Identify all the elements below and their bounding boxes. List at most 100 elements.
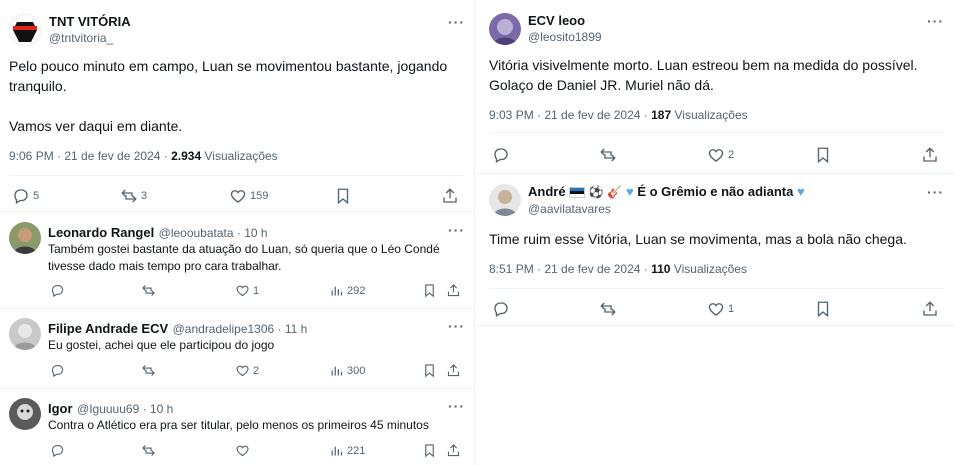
post-author-name[interactable]: ECV leoo [528,13,585,28]
reply-button[interactable] [50,443,65,458]
share-button[interactable] [921,300,939,318]
reply-author-handle[interactable]: @Iguuuu69 · 10 h [77,402,173,416]
more-icon[interactable]: ··· [448,14,465,30]
like-button[interactable]: 159 [229,187,268,205]
share-button[interactable] [921,146,939,164]
bookmark-button[interactable] [334,187,352,205]
like-icon [236,445,249,457]
like-button[interactable]: 1 [707,300,734,318]
blue-heart-icon: ♥ [625,184,634,199]
share-button[interactable] [446,443,461,458]
share-button[interactable] [446,363,461,378]
reply-text-line: Eu gostei, achei que ele participou do j… [48,338,275,352]
views-icon [331,286,343,296]
post-author-name[interactable]: TNT VITÓRIA [49,14,131,29]
bookmark-icon [425,364,434,378]
views-button[interactable]: 292 [329,283,365,298]
views-button[interactable]: 221 [329,443,365,458]
bookmark-button[interactable] [814,300,832,318]
reply-author-name[interactable]: Igor [48,401,73,416]
like-count: 1 [253,284,260,297]
more-icon[interactable]: ··· [927,13,944,29]
andre-avatar[interactable] [489,184,521,216]
repost-button[interactable] [599,146,617,164]
reply-button[interactable]: 5 [12,187,39,205]
tnt-vitoria-avatar[interactable] [9,14,41,46]
like-count: 159 [250,190,269,202]
repost-icon [142,445,155,456]
ecv-leoo-avatar[interactable] [489,13,521,45]
post-time[interactable]: 9:06 PM · 21 de fev de 2024 · [9,149,168,163]
reply-icon [494,148,508,163]
post-timestamp-views[interactable]: 8:51 PM · 21 de fev de 2024 · 110 Visual… [489,262,747,276]
post-views-label: Visualizações [674,108,748,122]
repost-count: 3 [141,190,148,202]
post-views-label: Visualizações [204,149,278,163]
views-count: 221 [347,444,366,457]
bookmark-button[interactable] [422,283,437,298]
share-icon [923,147,937,162]
post-author-name-row: André ⚽ 🎸 ♥ É o Grêmio e não adianta ♥ [528,184,805,199]
right-posts-panel: ECV leoo @leosito1899 ··· Vitória visive… [476,0,954,465]
bookmark-button[interactable] [422,363,437,378]
like-icon [708,149,724,162]
post-author-handle[interactable]: @tntvitoria_ [49,31,113,45]
reply-icon [51,284,64,298]
post-timestamp-views[interactable]: 9:03 PM · 21 de fev de 2024 · 187 Visual… [489,108,748,122]
reply-text-line: Também gostei bastante da atuação do Lua… [48,242,440,256]
post-text-line: tranquilo. [9,78,67,94]
like-button[interactable]: 2 [235,363,259,378]
share-icon [447,444,460,457]
repost-button[interactable] [599,300,617,318]
repost-icon [600,148,616,162]
reply-avatar[interactable] [9,222,41,254]
share-button[interactable] [446,283,461,298]
bookmark-icon [425,284,434,298]
repost-button[interactable] [141,443,156,458]
reply-icon [51,444,64,458]
reply-text-line: Contra o Atlético era pra ser titular, p… [48,418,429,432]
repost-icon [600,302,616,316]
repost-button[interactable] [141,363,156,378]
reply-button[interactable] [50,283,65,298]
more-icon[interactable]: ··· [448,318,465,334]
repost-button[interactable] [141,283,156,298]
reply-avatar[interactable] [9,318,41,350]
post-time[interactable]: 9:03 PM · 21 de fev de 2024 · [489,108,648,122]
reply-header: Leonardo Rangel @leooubatata · 10 h [48,224,268,242]
post-author-handle[interactable]: @aavilatavares [528,202,611,216]
bookmark-button[interactable] [422,443,437,458]
reply-author-name[interactable]: Leonardo Rangel [48,225,154,240]
post-timestamp-views[interactable]: 9:06 PM · 21 de fev de 2024 · 2.934 Visu… [9,149,278,163]
reply-button[interactable] [492,300,510,318]
reply-icon [14,189,28,204]
post-time[interactable]: 8:51 PM · 21 de fev de 2024 · [489,262,648,276]
like-count: 2 [728,149,735,161]
reply-author-handle[interactable]: @leooubatata · 10 h [159,226,268,240]
views-count: 300 [347,364,366,377]
repost-icon [142,365,155,376]
flag-icon [569,187,586,199]
post-author-name[interactable]: André [528,184,566,199]
more-icon[interactable]: ··· [927,184,944,200]
reply-author-handle[interactable]: @andradelipe1306 · 11 h [173,322,308,336]
reply-author-name[interactable]: Filipe Andrade ECV [48,321,168,336]
more-icon[interactable]: ··· [448,398,465,414]
share-button[interactable] [441,187,459,205]
guitar-icon: 🎸 [607,185,623,199]
bookmark-button[interactable] [814,146,832,164]
reply-button[interactable] [50,363,65,378]
like-button[interactable]: 2 [707,146,734,164]
more-icon[interactable]: ··· [448,222,465,238]
blue-heart-icon: ♥ [796,184,805,199]
reply-avatar[interactable] [9,398,41,430]
bookmark-icon [817,301,829,318]
reply-count: 5 [33,190,40,202]
like-button[interactable] [235,443,250,458]
share-icon [443,188,457,203]
views-button[interactable]: 300 [329,363,365,378]
like-button[interactable]: 1 [235,283,259,298]
reply-button[interactable] [492,146,510,164]
post-author-handle[interactable]: @leosito1899 [528,30,602,44]
repost-button[interactable]: 3 [120,187,147,205]
